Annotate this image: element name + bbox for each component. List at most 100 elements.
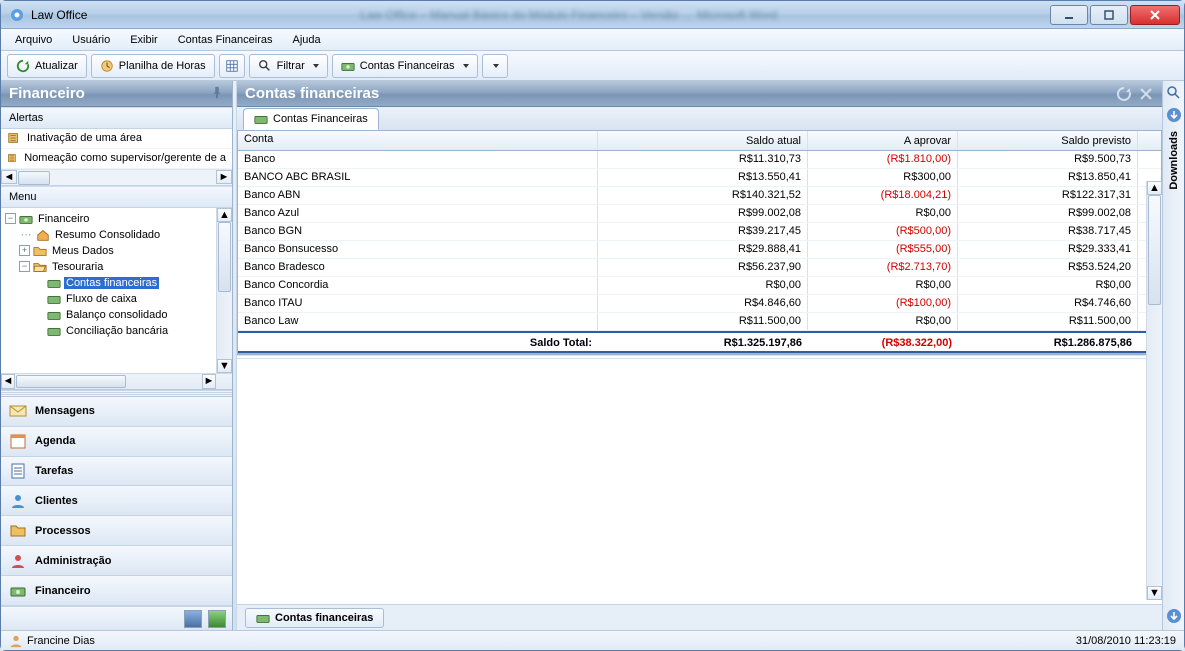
folder-open-icon: [33, 260, 47, 274]
table-row[interactable]: Banco ConcordiaR$0,00R$0,00R$0,00: [238, 277, 1161, 295]
excel-icon[interactable]: [208, 610, 226, 628]
accounts-button[interactable]: Contas Financeiras: [332, 54, 478, 78]
splitter-grip[interactable]: [1, 389, 232, 397]
scroll-right-arrow[interactable]: ►: [216, 170, 232, 184]
alerts-header[interactable]: Alertas: [1, 107, 232, 129]
table-row[interactable]: Banco BGNR$39.217,45(R$500,00)R$38.717,4…: [238, 223, 1161, 241]
column-header-saldo-previsto[interactable]: Saldo previsto: [958, 131, 1138, 150]
tree-node-label: Meus Dados: [50, 245, 116, 257]
cell-aprovar: R$300,00: [808, 169, 958, 186]
nav-label: Processos: [35, 525, 91, 537]
nav-clientes[interactable]: Clientes: [1, 486, 232, 516]
nav-processos[interactable]: Processos: [1, 516, 232, 546]
cell-aprovar: (R$100,00): [808, 295, 958, 312]
nav-tarefas[interactable]: Tarefas: [1, 457, 232, 487]
nav-admin[interactable]: Administração: [1, 546, 232, 576]
tree-leaf-label: Contas financeiras: [64, 277, 159, 289]
timesheet-button[interactable]: Planilha de Horas: [91, 54, 215, 78]
tree-leaf[interactable]: Fluxo de caixa: [5, 291, 232, 307]
nav-mensagens[interactable]: Mensagens: [1, 397, 232, 427]
table-row[interactable]: Banco AzulR$99.002,08R$0,00R$99.002,08: [238, 205, 1161, 223]
menu-arquivo[interactable]: Arquivo: [7, 32, 60, 48]
cell-saldo: R$11.310,73: [598, 151, 808, 168]
table-row[interactable]: Banco ABNR$140.321,52(R$18.004,21)R$122.…: [238, 187, 1161, 205]
grid-view-button[interactable]: [219, 54, 245, 78]
cell-saldo: R$4.846,60: [598, 295, 808, 312]
menu-ajuda[interactable]: Ajuda: [285, 32, 329, 48]
collapse-icon[interactable]: −: [5, 213, 16, 224]
download-arrow-icon[interactable]: [1166, 608, 1182, 624]
table-row[interactable]: Banco BonsucessoR$29.888,41(R$555,00)R$2…: [238, 241, 1161, 259]
menu-tree-header[interactable]: Menu: [1, 186, 232, 208]
refresh-button[interactable]: Atualizar: [7, 54, 87, 78]
grid-header-row: Conta Saldo atual A aprovar Saldo previs…: [238, 131, 1161, 151]
tree-leaf[interactable]: Conciliação bancária: [5, 323, 232, 339]
scroll-thumb[interactable]: [16, 375, 126, 388]
tree-node[interactable]: ⋯ Resumo Consolidado: [5, 227, 232, 243]
scroll-down-arrow[interactable]: ▼: [217, 359, 232, 373]
download-arrow-icon[interactable]: [1166, 107, 1182, 123]
doctab-contas-financeiras[interactable]: Contas financeiras: [245, 608, 384, 628]
refresh-icon[interactable]: [1116, 86, 1132, 102]
nav-label: Financeiro: [35, 585, 91, 597]
cell-previsto: R$38.717,45: [958, 223, 1138, 240]
menu-usuario[interactable]: Usuário: [64, 32, 118, 48]
scroll-down-arrow[interactable]: ▼: [1147, 586, 1162, 600]
scroll-up-arrow[interactable]: ▲: [217, 208, 232, 222]
menu-exibir[interactable]: Exibir: [122, 32, 166, 48]
scroll-thumb[interactable]: [18, 171, 50, 185]
tree-root[interactable]: − Financeiro: [5, 211, 232, 227]
close-icon[interactable]: [1138, 86, 1154, 102]
scroll-left-arrow[interactable]: ◄: [1, 374, 15, 389]
background-window-title: Law Office – Manual Básico do Módulo Fin…: [87, 8, 1050, 22]
pin-icon[interactable]: [210, 86, 224, 100]
expand-icon[interactable]: +: [19, 245, 30, 256]
nav-agenda[interactable]: Agenda: [1, 427, 232, 457]
close-icon: [1148, 8, 1162, 22]
menu-contas-financeiras[interactable]: Contas Financeiras: [170, 32, 281, 48]
calculator-icon[interactable]: [184, 610, 202, 628]
magnifier-icon[interactable]: [1166, 85, 1182, 101]
status-user: Francine Dias: [27, 635, 95, 647]
minimize-button[interactable]: [1050, 5, 1088, 25]
table-row[interactable]: Banco BradescoR$56.237,90(R$2.713,70)R$5…: [238, 259, 1161, 277]
cell-conta: Banco Bradesco: [238, 259, 598, 276]
column-header-saldo-atual[interactable]: Saldo atual: [598, 131, 808, 150]
table-row[interactable]: BancoR$11.310,73(R$1.810,00)R$9.500,73: [238, 151, 1161, 169]
collapse-icon[interactable]: −: [19, 261, 30, 272]
table-row[interactable]: Banco ITAUR$4.846,60(R$100,00)R$4.746,60: [238, 295, 1161, 313]
filter-label: Filtrar: [277, 60, 305, 72]
column-header-conta[interactable]: Conta: [238, 131, 598, 150]
close-button[interactable]: [1130, 5, 1180, 25]
cell-previsto: R$4.746,60: [958, 295, 1138, 312]
alert-item[interactable]: Inativação de uma área: [1, 129, 232, 149]
alerts-list: Inativação de uma área Nomeação como sup…: [1, 129, 232, 186]
mail-icon: [9, 402, 27, 420]
tree-node[interactable]: − Tesouraria: [5, 259, 232, 275]
alerts-hscrollbar[interactable]: ◄ ►: [1, 169, 232, 185]
tree-leaf[interactable]: Contas financeiras: [5, 275, 232, 291]
scroll-thumb[interactable]: [1148, 195, 1161, 305]
grid-vscrollbar[interactable]: ▲ ▼: [1146, 181, 1162, 600]
tree-node[interactable]: + Meus Dados: [5, 243, 232, 259]
titlebar: Law Office Law Office – Manual Básico do…: [1, 1, 1184, 29]
filter-button[interactable]: Filtrar: [249, 54, 328, 78]
toolbar-overflow-button[interactable]: [482, 54, 508, 78]
cell-aprovar: (R$2.713,70): [808, 259, 958, 276]
scroll-left-arrow[interactable]: ◄: [1, 170, 17, 184]
cell-previsto: R$53.524,20: [958, 259, 1138, 276]
tree-vscrollbar[interactable]: ▲ ▼: [216, 208, 232, 373]
tree-hscrollbar[interactable]: ◄ ►: [1, 373, 232, 389]
column-header-a-aprovar[interactable]: A aprovar: [808, 131, 958, 150]
maximize-button[interactable]: [1090, 5, 1128, 25]
tab-contas-financeiras[interactable]: Contas Financeiras: [243, 108, 379, 130]
nav-financeiro[interactable]: Financeiro: [1, 576, 232, 606]
alert-item[interactable]: Nomeação como supervisor/gerente de a: [1, 149, 232, 169]
table-row[interactable]: BANCO ABC BRASILR$13.550,41R$300,00R$13.…: [238, 169, 1161, 187]
scroll-thumb[interactable]: [218, 222, 231, 292]
scroll-right-arrow[interactable]: ►: [202, 374, 216, 389]
table-row[interactable]: Banco LawR$11.500,00R$0,00R$11.500,00: [238, 313, 1161, 331]
tree-leaf[interactable]: Balanço consolidado: [5, 307, 232, 323]
downloads-label[interactable]: Downloads: [1168, 131, 1180, 190]
scroll-up-arrow[interactable]: ▲: [1147, 181, 1162, 195]
